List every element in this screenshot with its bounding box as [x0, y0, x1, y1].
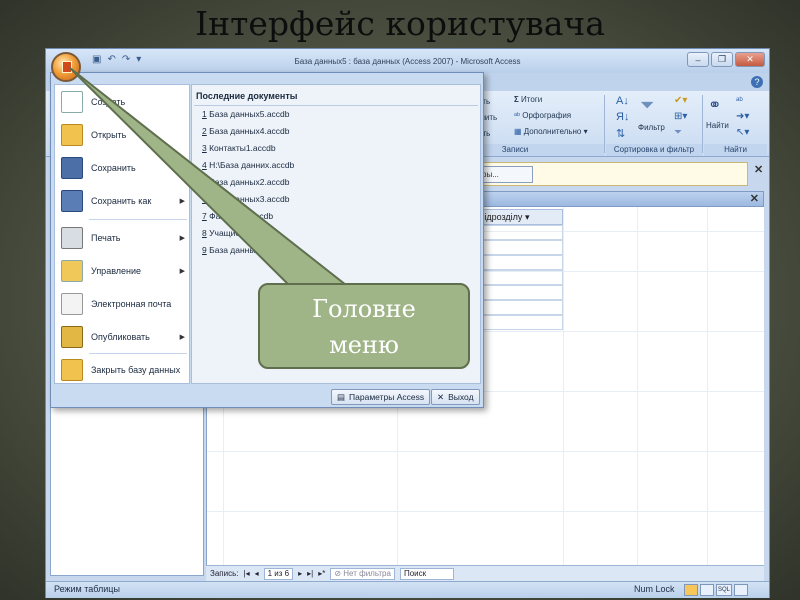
callout-line-2: меню	[329, 331, 399, 359]
callout-box: Головне меню	[258, 283, 470, 369]
callout-line-1: Головне	[312, 295, 416, 323]
